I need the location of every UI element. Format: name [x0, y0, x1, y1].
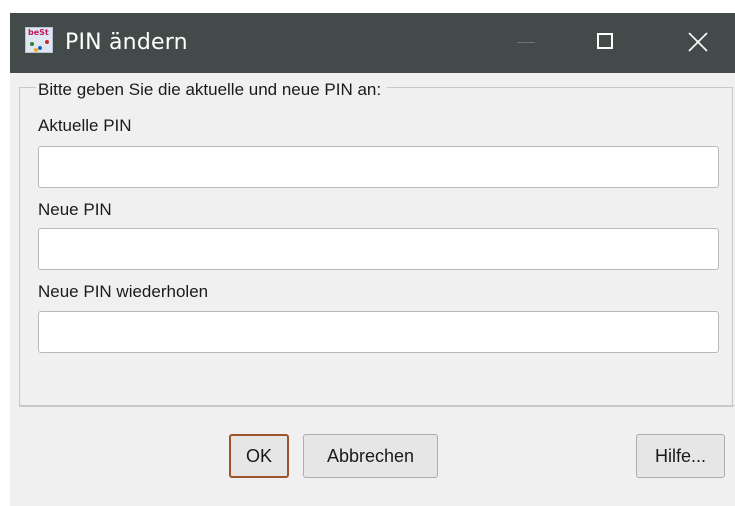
- minimize-icon: [517, 42, 535, 43]
- app-logo-icon: beSt: [25, 27, 53, 53]
- current-pin-label: Aktuelle PIN: [38, 116, 132, 135]
- help-button[interactable]: Hilfe...: [636, 434, 725, 478]
- ok-button[interactable]: OK: [229, 434, 289, 478]
- new-pin-input[interactable]: [38, 228, 719, 270]
- repeat-pin-input[interactable]: [38, 311, 719, 353]
- pin-dialog: beSt PIN ändern Bitte geben Sie die aktu…: [10, 13, 735, 506]
- close-button[interactable]: [670, 13, 726, 73]
- window-title: PIN ändern: [65, 30, 188, 55]
- app-icon-label: beSt: [28, 28, 49, 37]
- maximize-icon: [597, 33, 613, 49]
- close-icon: [688, 32, 708, 52]
- cancel-button[interactable]: Abbrechen: [303, 434, 438, 478]
- new-pin-label: Neue PIN: [38, 200, 112, 219]
- fieldset-legend: Bitte geben Sie die aktuelle und neue PI…: [36, 80, 388, 100]
- current-pin-input[interactable]: [38, 146, 719, 188]
- separator: [20, 405, 735, 406]
- minimize-button[interactable]: [498, 13, 554, 73]
- maximize-button[interactable]: [578, 13, 634, 73]
- repeat-pin-label: Neue PIN wiederholen: [38, 282, 209, 301]
- title-bar[interactable]: beSt PIN ändern: [10, 13, 735, 73]
